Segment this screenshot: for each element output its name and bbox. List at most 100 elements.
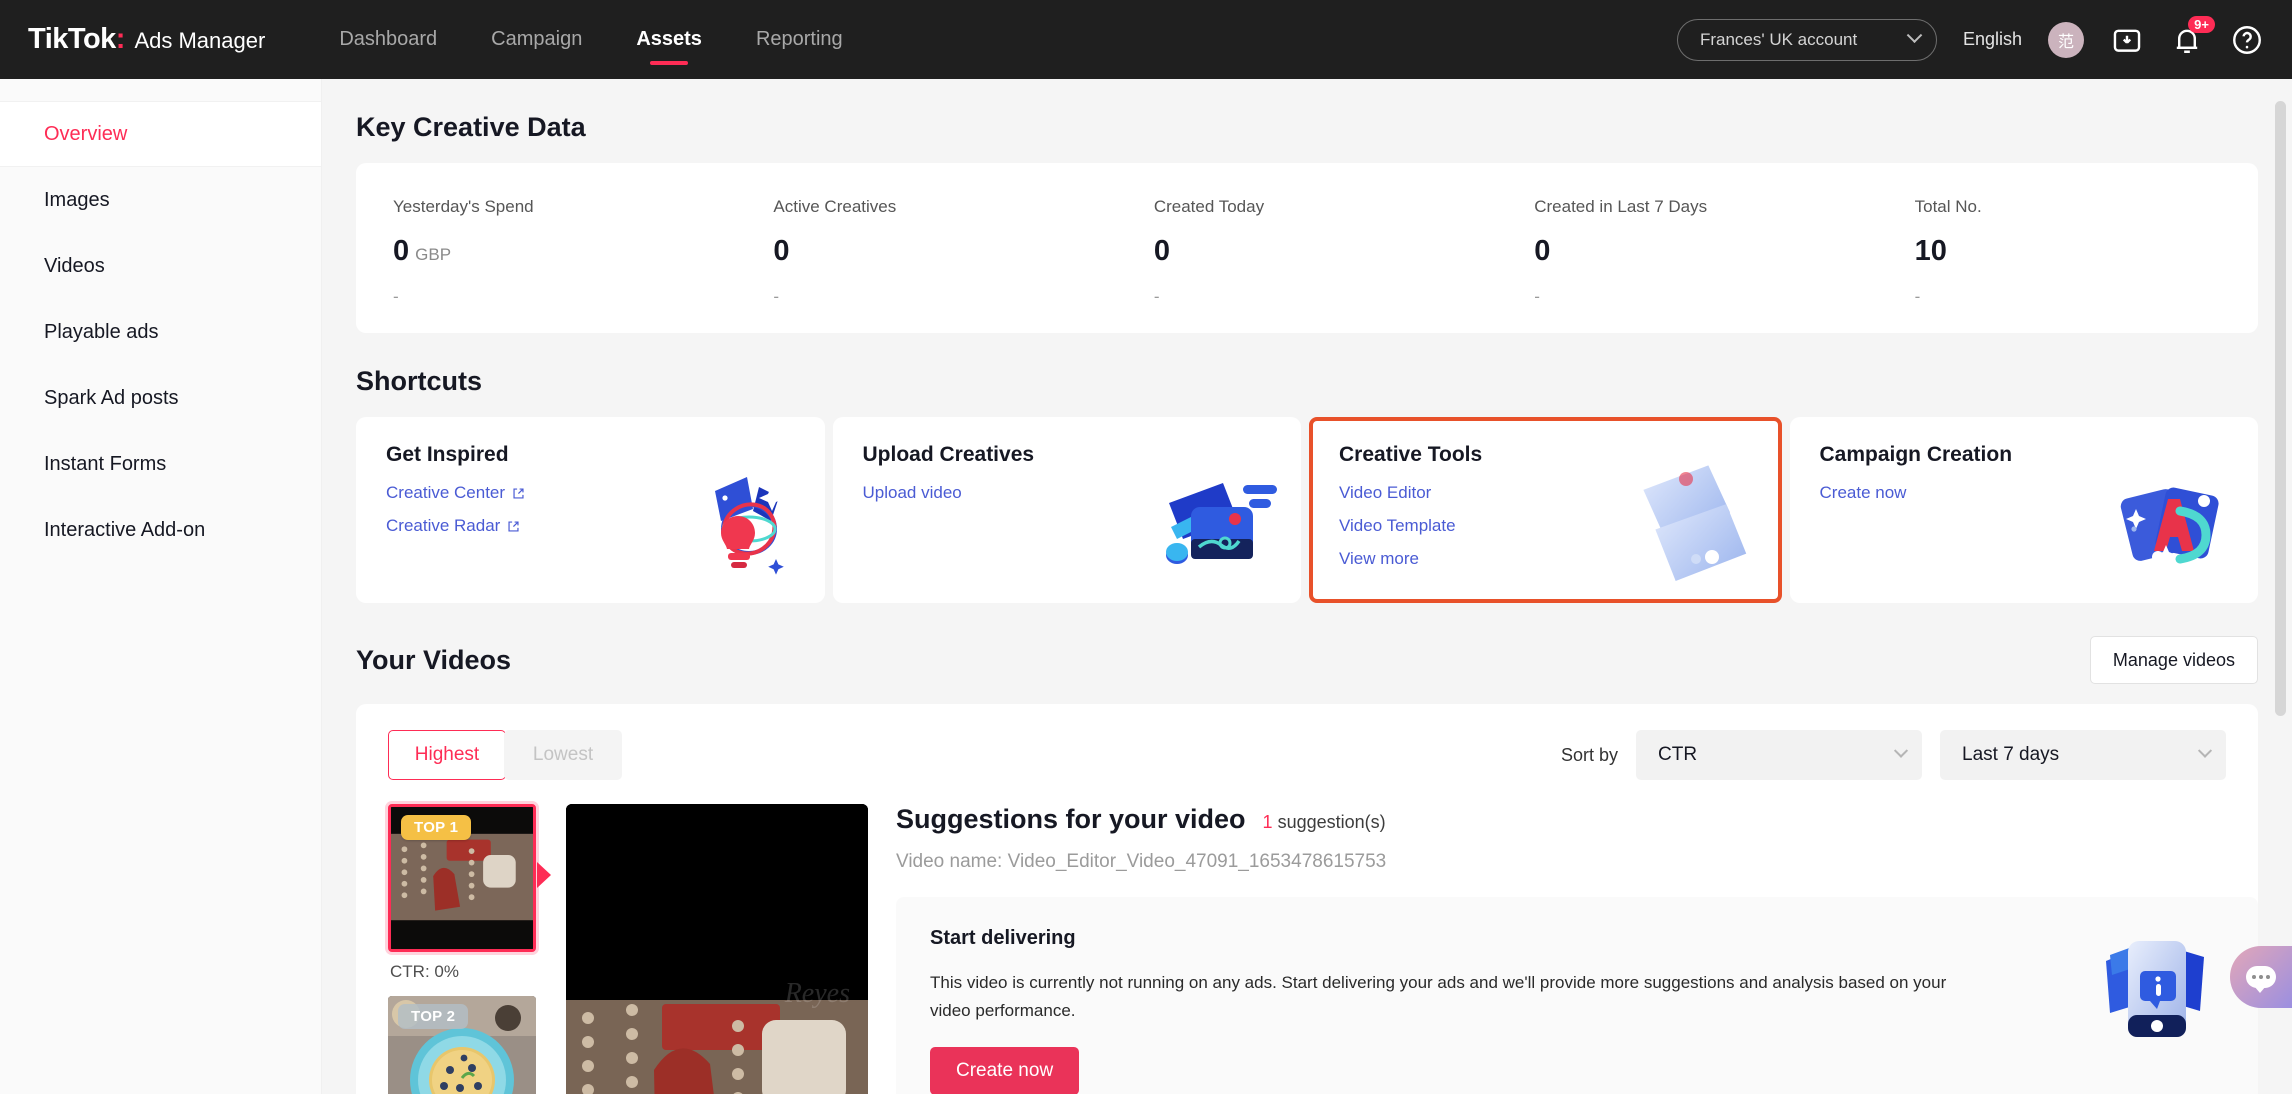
metric-label: Total No. (1915, 197, 2258, 217)
metric-delta: - (773, 287, 1116, 307)
sidebar-item-instant-forms[interactable]: Instant Forms (0, 431, 321, 497)
language-selector[interactable]: English (1963, 29, 2022, 50)
metric-label: Yesterday's Spend (393, 197, 736, 217)
sidebar-item-spark-ad-posts[interactable]: Spark Ad posts (0, 365, 321, 431)
vertical-scrollbar[interactable] (2275, 101, 2286, 716)
metric-delta: - (1915, 287, 2258, 307)
notification-badge: 9+ (2188, 16, 2215, 33)
suggestions-header: Suggestions for your video 1 suggestion(… (896, 804, 2258, 835)
video-preview-frame: Reyes (566, 804, 868, 1094)
create-now-button[interactable]: Create now (930, 1047, 1079, 1094)
suggestions-title: Suggestions for your video (896, 804, 1246, 835)
main-nav: Dashboard Campaign Assets Reporting (317, 0, 864, 79)
link-video-template[interactable]: Video Template (1339, 516, 1456, 536)
link-label: Creative Radar (386, 516, 500, 536)
nav-campaign[interactable]: Campaign (469, 0, 604, 79)
link-upload-video[interactable]: Upload video (863, 483, 962, 503)
key-creative-data-card: Yesterday's Spend 0 GBP - Active Creative… (356, 163, 2258, 333)
sidebar-item-playable-ads[interactable]: Playable ads (0, 299, 321, 365)
nav-reporting[interactable]: Reporting (734, 0, 865, 79)
your-videos-body: TOP 1 (356, 804, 2258, 1094)
sort-metric-select[interactable]: CTR (1636, 730, 1922, 780)
suggestions-count-number: 1 (1263, 812, 1273, 832)
chat-support-button[interactable] (2230, 946, 2292, 1008)
thumbnail-item-1: TOP 1 (388, 804, 538, 952)
link-video-editor[interactable]: Video Editor (1339, 483, 1431, 503)
app-shell: Overview Images Videos Playable ads Spar… (0, 79, 2292, 1094)
key-creative-data-title: Key Creative Data (356, 112, 2258, 143)
date-range-select[interactable]: Last 7 days (1940, 730, 2226, 780)
shortcut-title: Campaign Creation (1820, 443, 2259, 467)
main-content: Key Creative Data Yesterday's Spend 0 GBP… (322, 79, 2292, 1094)
sidebar-item-overview[interactable]: Overview (0, 101, 321, 167)
shortcut-card-creative-tools[interactable]: Creative Tools Video Editor Video Templa… (1309, 417, 1782, 603)
suggestions-count-suffix: suggestion(s) (1273, 812, 1386, 832)
thumbnail-ctr-label: CTR: 0% (390, 962, 538, 982)
your-videos-toolbar: Highest Lowest Sort by CTR Last 7 days (356, 730, 2258, 780)
ad-cards-illustration-icon (2108, 469, 2240, 587)
metric-value: 0 (1534, 235, 1877, 268)
upload-illustration-icon (1151, 469, 1283, 587)
shortcut-title: Upload Creatives (863, 443, 1302, 467)
metric-total-no: Total No. 10 - (1878, 197, 2258, 307)
suggestions-count: 1 suggestion(s) (1263, 812, 1386, 833)
inbox-icon[interactable] (2110, 23, 2144, 57)
selected-thumbnail-pointer (537, 862, 551, 888)
link-creative-radar[interactable]: Creative Radar (386, 516, 520, 536)
sidebar-item-images[interactable]: Images (0, 167, 321, 233)
top-right-controls: Frances' UK account English 范 9+ (1677, 19, 2264, 61)
video-thumbnail[interactable]: TOP 2 (388, 996, 536, 1094)
nav-dashboard[interactable]: Dashboard (317, 0, 459, 79)
logo-subtitle: Ads Manager (134, 28, 265, 54)
sort-by-label: Sort by (1561, 745, 1618, 766)
sidebar-item-interactive-add-on[interactable]: Interactive Add-on (0, 497, 321, 563)
tiktok-ads-manager-logo[interactable]: TikTok: Ads Manager (28, 23, 265, 56)
creative-tools-illustration-icon (1628, 465, 1760, 583)
rank-segmented-control: Highest Lowest (388, 730, 622, 780)
link-creative-center[interactable]: Creative Center (386, 483, 525, 503)
nav-assets[interactable]: Assets (614, 0, 724, 79)
video-thumbnail[interactable]: TOP 1 (388, 804, 536, 952)
chat-bubble-icon (2246, 966, 2276, 988)
shortcuts-title: Shortcuts (356, 366, 2258, 397)
account-selector[interactable]: Frances' UK account (1677, 19, 1937, 61)
link-create-now[interactable]: Create now (1820, 483, 1907, 503)
phone-info-illustration-icon (2092, 927, 2224, 1051)
manage-videos-button[interactable]: Manage videos (2090, 636, 2258, 684)
chevron-down-icon (1894, 744, 1908, 758)
metric-created-today: Created Today 0 - (1117, 197, 1497, 307)
avatar-initial: 范 (2058, 28, 2074, 52)
your-videos-card: Highest Lowest Sort by CTR Last 7 days (356, 704, 2258, 1094)
segment-lowest[interactable]: Lowest (504, 730, 622, 780)
metric-number: 0 (393, 235, 409, 267)
metric-active-creatives: Active Creatives 0 - (736, 197, 1116, 307)
start-delivering-title: Start delivering (930, 927, 2068, 950)
thumbnail-item-2: TOP 2 (388, 996, 538, 1094)
avatar[interactable]: 范 (2048, 22, 2084, 58)
link-view-more[interactable]: View more (1339, 549, 1419, 569)
metric-unit: GBP (415, 245, 451, 264)
chevron-down-icon (1907, 27, 1923, 43)
top-navigation-bar: TikTok: Ads Manager Dashboard Campaign A… (0, 0, 2292, 79)
notifications-bell-icon[interactable]: 9+ (2170, 23, 2204, 57)
video-thumbnail-list: TOP 1 (388, 804, 538, 1094)
help-icon[interactable] (2230, 23, 2264, 57)
link-label: Video Template (1339, 516, 1456, 536)
sidebar-item-videos[interactable]: Videos (0, 233, 321, 299)
metric-delta: - (393, 287, 736, 307)
shortcuts-row: Get Inspired Creative Center Creative Ra… (356, 417, 2258, 603)
video-watermark: Reyes (785, 978, 850, 1010)
metric-delta: - (1154, 287, 1497, 307)
shortcut-card-get-inspired[interactable]: Get Inspired Creative Center Creative Ra… (356, 417, 825, 603)
chevron-down-icon (2198, 744, 2212, 758)
top-rank-badge: TOP 1 (401, 815, 471, 840)
segment-highest[interactable]: Highest (388, 730, 506, 780)
start-delivering-card: Start delivering This video is currently… (896, 897, 2258, 1094)
logo-wordmark: TikTok (28, 23, 116, 56)
shortcut-title: Creative Tools (1339, 443, 1778, 467)
shortcut-card-campaign-creation[interactable]: Campaign Creation Create now (1790, 417, 2259, 603)
video-preview-player[interactable]: Reyes (566, 804, 868, 1094)
metric-value: 0 GBP (393, 235, 736, 268)
shortcut-card-upload-creatives[interactable]: Upload Creatives Upload video (833, 417, 1302, 603)
logo-colon: : (116, 23, 126, 56)
